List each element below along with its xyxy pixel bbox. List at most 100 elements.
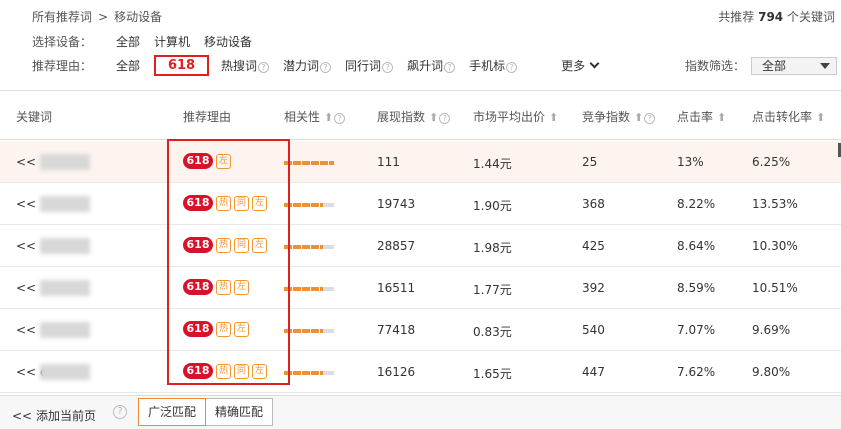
table-header: 关键词 推荐理由 相关性 ⬆? 展现指数 ⬆? 市场平均出价 ⬆ 竞争指数 ⬆? 点击率… (0, 90, 841, 140)
reason-option-rising[interactable]: 飙升词? (407, 57, 456, 74)
help-icon[interactable]: ? (113, 405, 127, 419)
reason-option-potential-label: 潜力词 (283, 59, 320, 73)
relevance-bar (284, 161, 334, 165)
sort-up-icon[interactable]: ⬆ (816, 111, 825, 124)
table-row[interactable]: << 618 热左 77418 0.83元 540 7.07% 9.69% (0, 309, 841, 351)
competition-cell: 368 (582, 197, 605, 211)
index-filter-label: 指数筛选： (684, 59, 745, 73)
device-option-computer[interactable]: 计算机 (154, 33, 190, 50)
col-relevance-label: 相关性 (284, 110, 321, 124)
table-row[interactable]: << 618 热同左 28857 1.98元 425 8.64% 10.30% (0, 225, 841, 267)
total-count: 共推荐 794 个关键词 (718, 8, 835, 25)
relevance-bar-fill (284, 245, 323, 249)
relevance-bar (284, 371, 334, 375)
reason-cell: 618 热同左 (183, 363, 267, 379)
col-reason: 推荐理由 (183, 110, 232, 124)
impressions-cell: 28857 (377, 239, 416, 253)
table-row[interactable]: << 618 左 111 1.44元 25 13% 6.25% (0, 141, 841, 183)
table-row[interactable]: << 618 热左 16511 1.77元 392 8.59% 10.51% (0, 267, 841, 309)
badge-618: 618 (183, 321, 213, 337)
reason-cell: 618 热同左 (183, 195, 267, 211)
col-avg-bid[interactable]: 市场平均出价 ⬆ (473, 108, 558, 125)
sort-up-icon[interactable]: ⬆ (717, 111, 726, 124)
exact-match-button[interactable]: 精确匹配 (206, 398, 274, 426)
sort-up-icon[interactable]: ⬆ (324, 111, 333, 124)
ctr-cell: 8.64% (677, 239, 716, 253)
reason-tag: 热 (216, 279, 231, 295)
cvr-cell: 6.25% (752, 155, 791, 169)
relevance-bar-fill (284, 371, 323, 375)
keyword-cell[interactable]: << (16, 323, 36, 337)
avg-bid-cell: 1.90元 (473, 199, 512, 213)
reason-option-hot[interactable]: 热搜词? (221, 57, 270, 74)
reason-cell: 618 热左 (183, 279, 249, 295)
help-icon[interactable]: ? (320, 62, 332, 73)
keyword-cell[interactable]: << (16, 239, 36, 253)
caret-down-icon (820, 62, 830, 69)
help-icon[interactable]: ? (382, 62, 394, 73)
col-cvr[interactable]: 点击转化率 ⬆ (752, 108, 825, 125)
impressions-cell: 16126 (377, 365, 416, 379)
more-button[interactable]: 更多 (561, 57, 600, 74)
avg-bid-cell: 1.98元 (473, 241, 512, 255)
cvr-cell: 9.80% (752, 365, 791, 379)
keyword-blur-mask (40, 154, 90, 170)
device-option-all[interactable]: 全部 (116, 33, 140, 50)
reason-tag: 热 (216, 237, 231, 253)
cvr-cell: 9.69% (752, 323, 791, 337)
table-row[interactable]: << e 618 热同左 16126 1.65元 447 7.62% 9.80% (0, 351, 841, 393)
add-current-page-label: 添加当前页 (35, 409, 96, 423)
reason-option-rising-label: 飙升词 (407, 59, 444, 73)
reason-cell: 618 热同左 (183, 237, 267, 253)
reason-option-all[interactable]: 全部 (116, 57, 140, 74)
keyword-cell[interactable]: << (16, 155, 36, 169)
reason-option-618-selected[interactable]: 618 (154, 55, 210, 76)
cvr-cell: 10.30% (752, 239, 798, 253)
help-icon[interactable]: ? (506, 62, 518, 73)
relevance-bar-fill (284, 329, 323, 333)
badge-618: 618 (183, 237, 213, 253)
breadcrumb: 所有推荐词 > 移动设备 (32, 8, 162, 25)
competition-cell: 25 (582, 155, 598, 169)
help-icon[interactable]: ? (258, 62, 270, 73)
col-competition[interactable]: 竞争指数 ⬆? (582, 108, 656, 125)
relevance-bar (284, 245, 334, 249)
help-icon[interactable]: ? (644, 113, 656, 124)
reason-cell: 618 左 (183, 153, 231, 169)
index-filter: 指数筛选： 全部 (684, 56, 837, 75)
add-current-page-button[interactable]: << 添加当前页 (12, 407, 96, 424)
sort-up-icon[interactable]: ⬆ (634, 111, 643, 124)
col-impressions[interactable]: 展现指数 ⬆? (377, 108, 451, 125)
help-icon[interactable]: ? (334, 113, 346, 124)
col-avg-bid-label: 市场平均出价 (473, 110, 546, 124)
reason-option-mobile-tag[interactable]: 手机标? (469, 57, 518, 74)
avg-bid-cell: 1.77元 (473, 283, 512, 297)
keyword-cell[interactable]: << (16, 281, 36, 295)
reason-option-hot-label: 热搜词 (221, 59, 258, 73)
col-relevance[interactable]: 相关性 ⬆? (284, 108, 346, 125)
device-option-mobile[interactable]: 移动设备 (204, 33, 252, 50)
reason-option-mobile-tag-label: 手机标 (469, 59, 506, 73)
reason-tag: 热 (216, 195, 231, 211)
col-cvr-label: 点击转化率 (752, 110, 813, 124)
sort-up-icon[interactable]: ⬆ (549, 111, 558, 124)
ctr-cell: 8.22% (677, 197, 716, 211)
reason-option-peer[interactable]: 同行词? (345, 57, 394, 74)
col-ctr-label: 点击率 (677, 110, 714, 124)
index-filter-select[interactable]: 全部 (751, 56, 837, 75)
help-icon[interactable]: ? (444, 62, 456, 73)
reason-tag: 同 (234, 363, 249, 379)
broad-match-button[interactable]: 广泛匹配 (138, 398, 207, 426)
table-row[interactable]: << 618 热同左 19743 1.90元 368 8.22% 13.53% (0, 183, 841, 225)
reason-option-potential[interactable]: 潜力词? (283, 57, 332, 74)
badge-618: 618 (183, 279, 213, 295)
col-impressions-label: 展现指数 (377, 110, 426, 124)
help-icon[interactable]: ? (439, 113, 451, 124)
sort-up-icon[interactable]: ⬆ (429, 111, 438, 124)
breadcrumb-root[interactable]: 所有推荐词 (32, 10, 92, 24)
avg-bid-cell: 0.83元 (473, 325, 512, 339)
reason-tag: 同 (234, 237, 249, 253)
keyword-cell[interactable]: << (16, 197, 36, 211)
col-ctr[interactable]: 点击率 ⬆ (677, 108, 726, 125)
device-filter: 选择设备： 全部 计算机 移动设备 (32, 33, 266, 50)
